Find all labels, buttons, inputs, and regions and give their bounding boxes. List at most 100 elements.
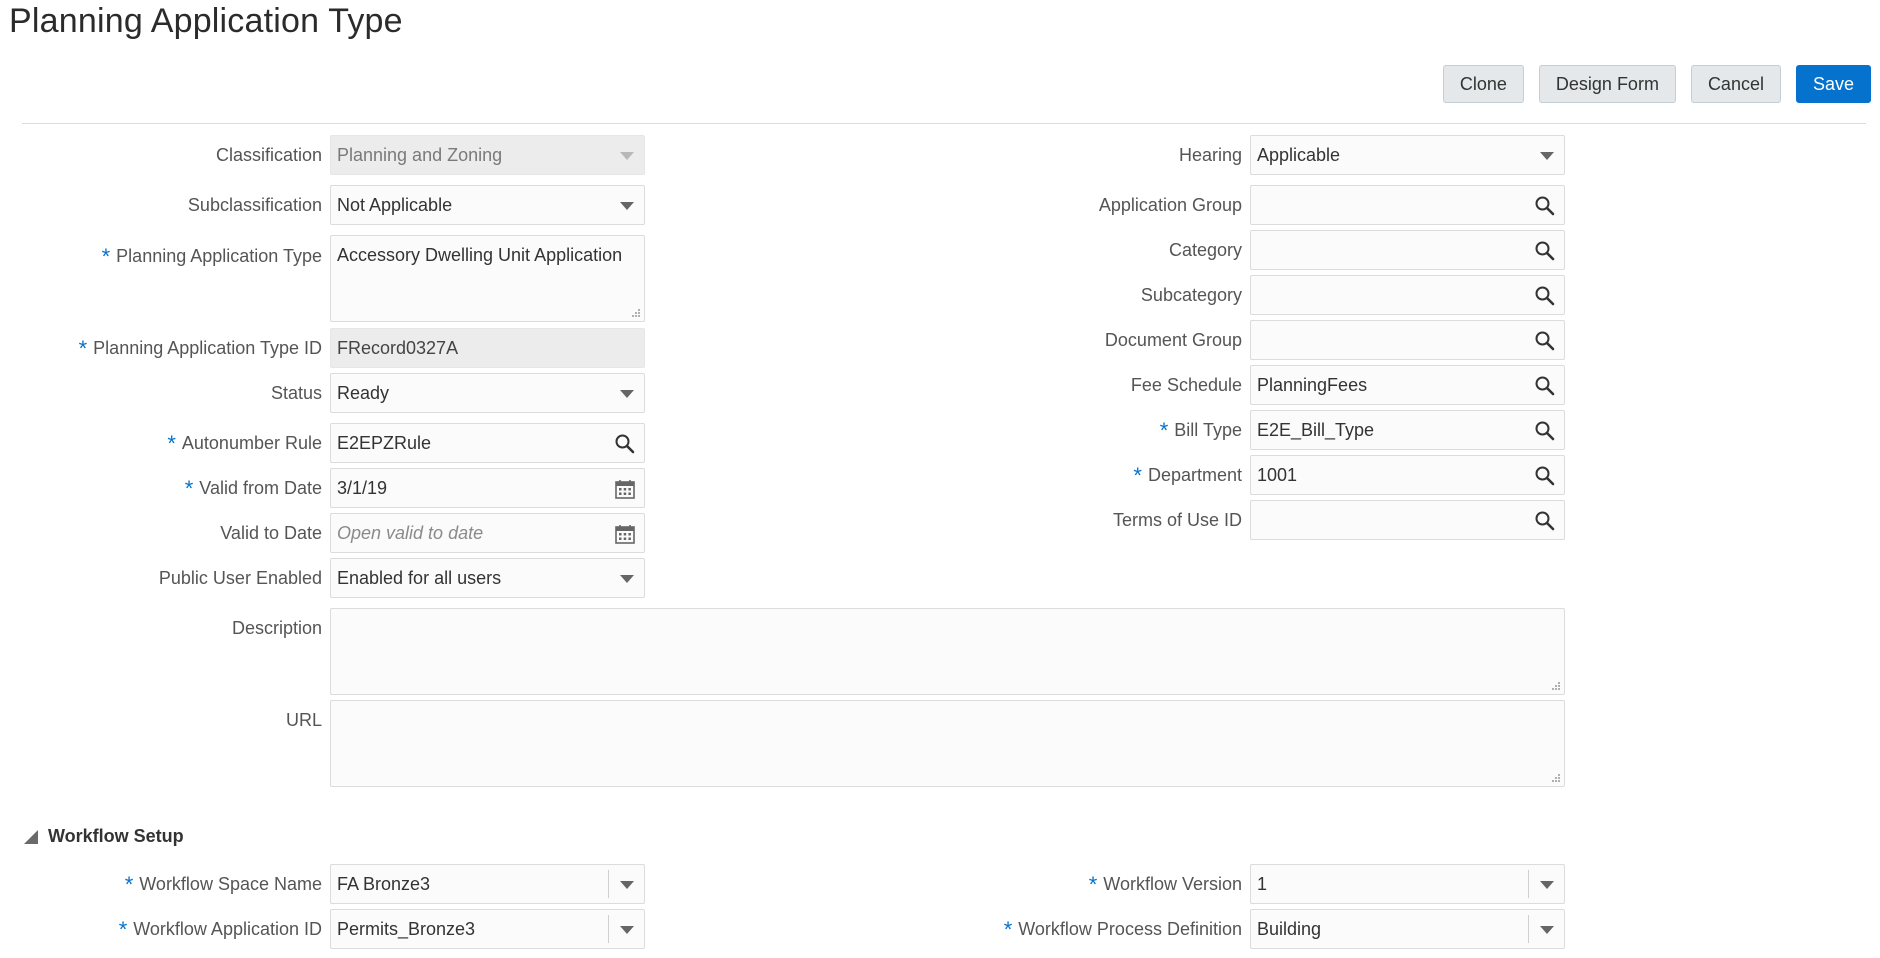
calendar-icon[interactable] (614, 523, 636, 545)
description-label: Description (231, 618, 322, 638)
autonumber-label-row: * Autonumber Rule (0, 423, 322, 463)
search-icon[interactable] (1534, 330, 1556, 352)
page: Planning Application Type Clone Design F… (0, 0, 1880, 958)
search-icon[interactable] (1534, 510, 1556, 532)
valid-to-date-input[interactable]: Open valid to date (330, 513, 645, 553)
required-marker: * (167, 431, 176, 456)
type-id-value: FRecord0327A (337, 338, 459, 358)
subcategory-label: Subcategory (1140, 285, 1242, 305)
required-marker: * (124, 872, 134, 897)
chevron-down-icon[interactable] (620, 926, 634, 934)
toolbar: Clone Design Form Cancel Save (1442, 65, 1871, 103)
url-label-row: URL (0, 700, 322, 740)
workflow-version-combobox[interactable]: 1 (1250, 864, 1565, 904)
subclassification-select[interactable]: Not Applicable (330, 185, 645, 225)
workflow-app-id-combobox[interactable]: Permits_Bronze3 (330, 909, 645, 949)
department-label-row: * Department (900, 455, 1242, 495)
application-group-input[interactable] (1250, 185, 1565, 225)
workflow-setup-header[interactable]: Workflow Setup (24, 826, 184, 847)
workflow-process-combobox[interactable]: Building (1250, 909, 1565, 949)
hearing-select[interactable]: Applicable (1250, 135, 1565, 175)
search-icon[interactable] (1534, 285, 1556, 307)
bill-type-label-wrap: * Bill Type (1160, 410, 1242, 451)
terms-of-use-input[interactable] (1250, 500, 1565, 540)
description-textarea[interactable] (330, 608, 1565, 695)
valid-to-label-row: Valid to Date (0, 513, 322, 553)
department-label: Department (1147, 465, 1242, 485)
resize-handle-icon[interactable] (1551, 681, 1561, 691)
bill-type-input[interactable]: E2E_Bill_Type (1250, 410, 1565, 450)
search-icon[interactable] (1534, 195, 1556, 217)
classification-select: Planning and Zoning (330, 135, 645, 175)
fee-schedule-input[interactable]: PlanningFees (1250, 365, 1565, 405)
department-label-wrap: * Department (1133, 455, 1242, 496)
clone-button[interactable]: Clone (1442, 65, 1524, 103)
workflow-app-id-label-row: * Workflow Application ID (0, 909, 322, 949)
resize-handle-icon[interactable] (1551, 773, 1561, 783)
workflow-version-label-row: * Workflow Version (900, 864, 1242, 904)
combobox-divider (1528, 915, 1529, 943)
valid-to-placeholder: Open valid to date (337, 523, 484, 543)
hearing-label-row: Hearing (900, 135, 1242, 175)
workflow-space-label-row: * Workflow Space Name (0, 864, 322, 904)
department-input[interactable]: 1001 (1250, 455, 1565, 495)
header-divider (22, 123, 1866, 124)
type-textarea[interactable]: Accessory Dwelling Unit Application (330, 235, 645, 322)
search-icon[interactable] (1534, 465, 1556, 487)
workflow-space-value: FA Bronze3 (337, 874, 431, 894)
valid-from-date-input[interactable]: 3/1/19 (330, 468, 645, 508)
application-group-label: Application Group (1098, 195, 1242, 215)
design-form-button[interactable]: Design Form (1538, 65, 1676, 103)
search-icon[interactable] (1534, 375, 1556, 397)
autonumber-label: Autonumber Rule (181, 433, 322, 453)
application-group-label-row: Application Group (900, 185, 1242, 225)
cancel-button[interactable]: Cancel (1690, 65, 1781, 103)
autonumber-input[interactable]: E2EPZRule (330, 423, 645, 463)
status-value: Ready (337, 383, 390, 403)
terms-of-use-label: Terms of Use ID (1112, 510, 1242, 530)
workflow-space-label: Workflow Space Name (139, 874, 322, 894)
workflow-process-value: Building (1257, 919, 1322, 939)
required-marker: * (118, 917, 128, 942)
resize-handle-icon[interactable] (631, 308, 641, 318)
required-marker: * (78, 336, 88, 361)
required-marker: * (1159, 418, 1169, 443)
workflow-space-combobox[interactable]: FA Bronze3 (330, 864, 645, 904)
valid-from-label-row: * Valid from Date (0, 468, 322, 508)
required-marker: * (101, 244, 111, 269)
url-textarea[interactable] (330, 700, 1565, 787)
search-icon[interactable] (614, 433, 636, 455)
document-group-label: Document Group (1104, 330, 1242, 350)
document-group-input[interactable] (1250, 320, 1565, 360)
bill-type-label-row: * Bill Type (900, 410, 1242, 450)
chevron-down-icon (620, 202, 634, 210)
status-label-row: Status (0, 373, 322, 413)
search-icon[interactable] (1534, 240, 1556, 262)
valid-from-label-wrap: * Valid from Date (185, 468, 322, 509)
terms-of-use-label-row: Terms of Use ID (900, 500, 1242, 540)
combobox-divider (608, 870, 609, 898)
page-title: Planning Application Type (9, 2, 403, 40)
chevron-down-icon (1540, 152, 1554, 160)
chevron-down-icon (620, 390, 634, 398)
subclassification-label: Subclassification (187, 195, 322, 215)
public-user-value: Enabled for all users (337, 568, 502, 588)
chevron-down-icon[interactable] (1540, 926, 1554, 934)
status-select[interactable]: Ready (330, 373, 645, 413)
required-marker: * (184, 476, 194, 501)
save-button[interactable]: Save (1795, 65, 1871, 103)
calendar-icon[interactable] (614, 478, 636, 500)
chevron-down-icon[interactable] (620, 881, 634, 889)
workflow-version-label-wrap: * Workflow Version (1089, 864, 1242, 905)
search-icon[interactable] (1534, 420, 1556, 442)
bill-type-label: Bill Type (1174, 420, 1242, 440)
bill-type-value: E2E_Bill_Type (1257, 420, 1375, 440)
chevron-down-icon[interactable] (1540, 881, 1554, 889)
workflow-app-id-label: Workflow Application ID (133, 919, 322, 939)
chevron-down-icon (620, 575, 634, 583)
public-user-select[interactable]: Enabled for all users (330, 558, 645, 598)
collapse-triangle-icon[interactable] (24, 829, 38, 844)
subcategory-input[interactable] (1250, 275, 1565, 315)
workflow-app-id-label-wrap: * Workflow Application ID (119, 909, 322, 950)
category-input[interactable] (1250, 230, 1565, 270)
